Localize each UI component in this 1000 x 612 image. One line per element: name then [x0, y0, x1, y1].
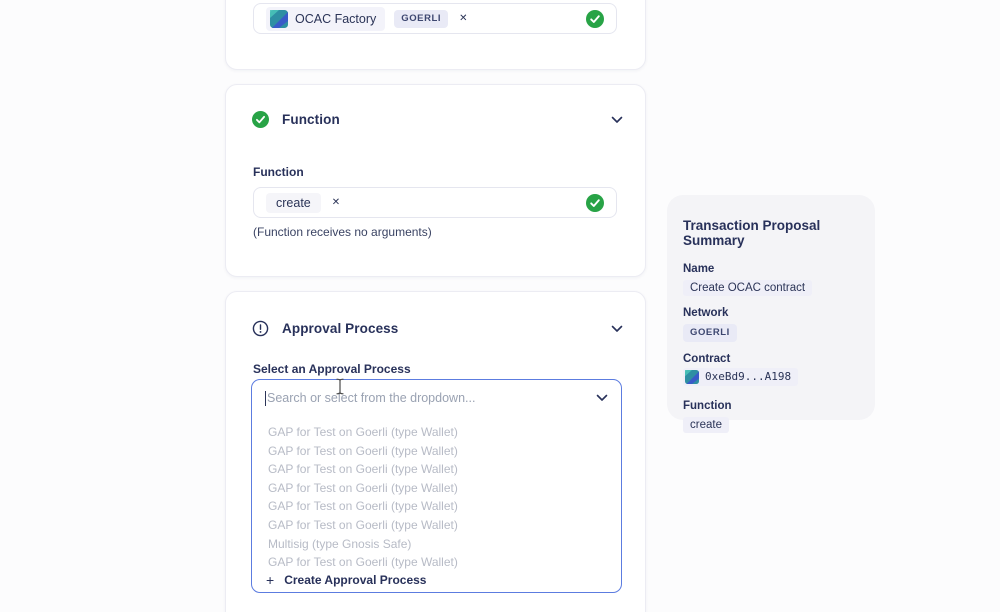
contract-input[interactable]: OCAC Factory GOERLI ✕: [253, 3, 617, 34]
collapse-chevron-icon[interactable]: [611, 325, 623, 333]
summary-network-badge: GOERLI: [683, 324, 737, 342]
contract-chip: OCAC Factory: [266, 7, 385, 31]
plus-icon: +: [266, 573, 274, 587]
approval-card-header[interactable]: Approval Process: [252, 320, 623, 337]
summary-name-value: Create OCAC contract: [683, 280, 812, 296]
remove-function-icon[interactable]: ✕: [332, 198, 340, 208]
function-chip: create: [266, 193, 321, 213]
summary-function-field: Function create: [683, 400, 859, 433]
approval-process-option[interactable]: GAP for Test on Goerli (type Wallet): [252, 479, 621, 498]
transaction-builder-screen: OCAC Factory GOERLI ✕ Function: [0, 0, 1000, 612]
function-field-label: Function: [253, 165, 304, 179]
valid-check-icon: [586, 194, 604, 212]
summary-function-value: create: [683, 417, 729, 433]
function-card-title: Function: [282, 112, 340, 127]
function-card-header[interactable]: Function: [252, 111, 623, 128]
approval-process-options: GAP for Test on Goerli (type Wallet) GAP…: [252, 423, 621, 572]
contract-address-text: 0xeBd9...A198: [705, 370, 791, 383]
function-arguments-note: (Function receives no arguments): [253, 225, 432, 239]
approval-process-option[interactable]: Multisig (type Gnosis Safe): [252, 535, 621, 554]
valid-check-icon: [586, 10, 604, 28]
approval-process-option[interactable]: GAP for Test on Goerli (type Wallet): [252, 460, 621, 479]
approval-search-input[interactable]: [267, 391, 588, 405]
approval-process-option[interactable]: GAP for Test on Goerli (type Wallet): [252, 497, 621, 516]
create-approval-process-button[interactable]: + Create Approval Process: [252, 568, 621, 592]
contract-card: OCAC Factory GOERLI ✕: [225, 0, 646, 70]
approval-process-option[interactable]: GAP for Test on Goerli (type Wallet): [252, 423, 621, 442]
summary-contract-field: Contract 0xeBd9...A198: [683, 353, 859, 389]
summary-contract-label: Contract: [683, 353, 859, 365]
contract-chip-label: OCAC Factory: [295, 12, 376, 26]
contract-identicon: [685, 370, 699, 384]
summary-network-label: Network: [683, 307, 859, 319]
text-caret: [265, 391, 266, 406]
network-badge: GOERLI: [394, 10, 448, 28]
section-complete-check-icon: [252, 111, 269, 128]
summary-name-field: Name Create OCAC contract: [683, 263, 859, 296]
approval-process-card: Approval Process Select an Approval Proc…: [225, 291, 646, 612]
create-approval-process-label: Create Approval Process: [284, 573, 426, 587]
summary-contract-value: 0xeBd9...A198: [683, 368, 798, 386]
approval-search-row[interactable]: [252, 380, 621, 416]
summary-name-label: Name: [683, 263, 859, 275]
contract-identicon: [270, 10, 288, 28]
collapse-chevron-icon[interactable]: [611, 116, 623, 124]
section-incomplete-alert-icon: [252, 320, 269, 337]
transaction-proposal-summary-panel: Transaction Proposal Summary Name Create…: [667, 195, 875, 420]
dropdown-chevron-icon[interactable]: [596, 394, 608, 402]
remove-contract-icon[interactable]: ✕: [459, 14, 467, 24]
summary-network-field: Network GOERLI: [683, 307, 859, 342]
approval-process-combobox: GAP for Test on Goerli (type Wallet) GAP…: [251, 379, 622, 593]
approval-process-option[interactable]: GAP for Test on Goerli (type Wallet): [252, 442, 621, 461]
summary-title: Transaction Proposal Summary: [683, 218, 859, 248]
approval-field-label: Select an Approval Process: [253, 362, 411, 376]
summary-function-label: Function: [683, 400, 859, 412]
approval-card-title: Approval Process: [282, 321, 398, 336]
function-card: Function Function create ✕ (Function rec…: [225, 84, 646, 277]
function-input[interactable]: create ✕: [253, 187, 617, 218]
approval-process-option[interactable]: GAP for Test on Goerli (type Wallet): [252, 516, 621, 535]
